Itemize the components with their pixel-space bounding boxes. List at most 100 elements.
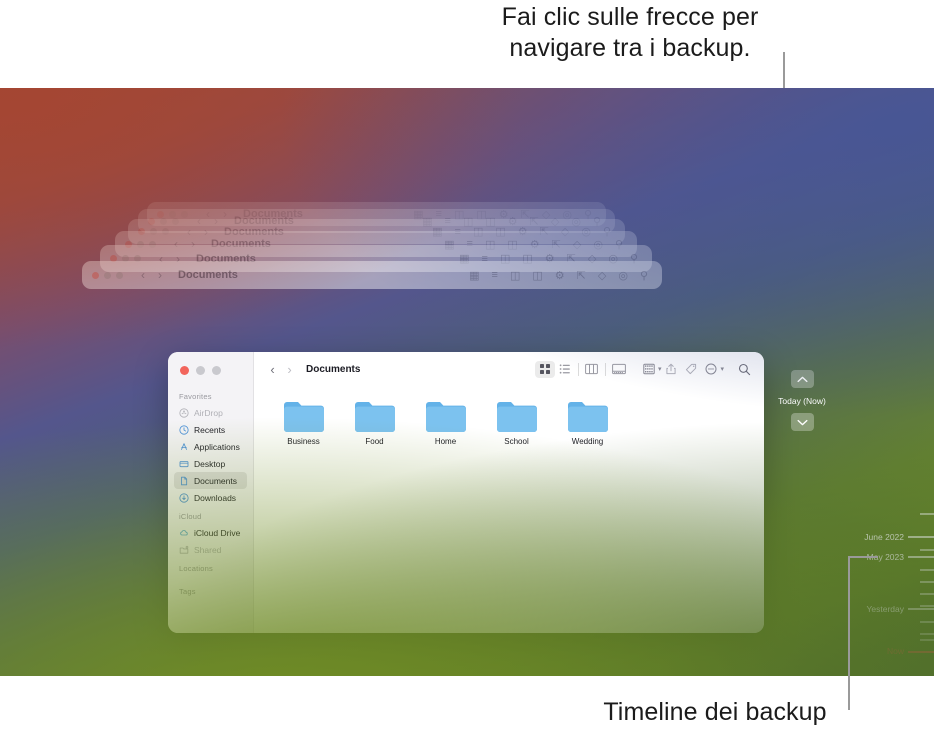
backup-navigation-cluster: Today (Now) xyxy=(772,370,832,431)
sidebar-item-icloud-drive[interactable]: iCloud Drive xyxy=(174,524,247,541)
sidebar-group-label-favorites: Favorites xyxy=(179,392,212,401)
timeline-tick xyxy=(908,556,934,558)
gallery-view-icon xyxy=(612,363,626,375)
timeline-tick xyxy=(920,639,934,641)
sidebar-item-label: Desktop xyxy=(194,458,226,469)
toolbar-icons: ▦≡◫◫⚙⇱◇◎⚲ xyxy=(469,269,648,282)
file-item[interactable]: Business xyxy=(268,400,339,446)
icon-view-icon xyxy=(539,364,550,374)
traffic-lights xyxy=(168,361,253,386)
sidebar-item-label: iCloud Drive xyxy=(194,527,241,538)
sidebar-item-applications[interactable]: Applications xyxy=(174,438,247,455)
downloads-icon xyxy=(179,492,189,503)
sidebar-item-documents[interactable]: Documents xyxy=(174,472,247,489)
folder-icon xyxy=(567,402,608,432)
group-by-button[interactable] xyxy=(639,361,659,378)
file-label: School xyxy=(504,437,529,446)
window-title: Documents xyxy=(178,269,238,281)
sidebar-item-label: Applications xyxy=(194,441,240,452)
gallery-view-button[interactable] xyxy=(609,361,629,378)
file-label: Business xyxy=(287,437,320,446)
file-item[interactable]: School xyxy=(481,400,552,446)
timeline-tick xyxy=(920,513,934,515)
nav-arrows: ‹› xyxy=(141,268,162,282)
timeline-label[interactable]: June 2022 xyxy=(864,532,904,542)
sidebar-item-downloads[interactable]: Downloads xyxy=(174,489,247,506)
close-dot-icon xyxy=(92,271,99,279)
sidebar-item-desktop[interactable]: Desktop xyxy=(174,455,247,472)
finder-window[interactable]: Favorites AirDrop Recents Applications D… xyxy=(168,352,764,633)
timeline-tick xyxy=(908,536,934,538)
tag-button[interactable] xyxy=(681,361,701,378)
traffic-lights xyxy=(92,271,123,279)
share-button[interactable] xyxy=(661,361,681,378)
callout-leader-line-bottom-horizontal xyxy=(848,556,878,558)
sidebar-group-label-icloud: iCloud xyxy=(179,512,202,521)
group-by-icon xyxy=(643,363,655,375)
navigate-forward-in-time-button[interactable] xyxy=(790,413,814,431)
file-item[interactable]: Wedding xyxy=(552,400,623,446)
file-label: Home xyxy=(434,437,457,446)
finder-content: ‹ › Documents ▾ ▾ Business Food Home Sch… xyxy=(254,352,764,633)
toolbar-divider xyxy=(604,362,606,376)
sidebar-item-label: AirDrop xyxy=(194,407,223,418)
minimize-button[interactable] xyxy=(196,366,205,375)
minimize-dot-icon xyxy=(104,271,111,279)
action-button-bar: Cancel Restore xyxy=(0,570,934,589)
search-icon xyxy=(738,363,750,375)
desktop-background: ‹ › Documents ▦ ≡ ◫ ◫ ⚙ ⇱ ◇ ◎ ⚲ ‹ › Documents ▦ ≡ ◫ ◫… xyxy=(0,88,934,676)
list-view-icon xyxy=(559,364,570,374)
file-grid: Business Food Home School Wedding xyxy=(254,386,764,633)
sidebar-item-label: Shared xyxy=(194,544,222,555)
chevron-down-icon[interactable]: ▾ xyxy=(720,365,724,373)
file-label: Wedding xyxy=(571,437,604,446)
folder-icon xyxy=(425,402,466,432)
applications-icon xyxy=(181,442,187,450)
chevron-up-icon xyxy=(797,376,807,382)
folder-icon xyxy=(354,402,395,432)
cancel-button[interactable]: Cancel xyxy=(393,570,456,589)
icon-view-button[interactable] xyxy=(534,360,555,378)
close-button[interactable] xyxy=(180,366,189,375)
zoom-dot-icon xyxy=(116,271,123,279)
sidebar-item-label: Documents xyxy=(194,475,237,486)
shared-folder-icon xyxy=(179,545,189,554)
sidebar-item-recents[interactable]: Recents xyxy=(174,421,247,438)
sidebar-item-label: Downloads xyxy=(194,492,237,503)
backup-timeline[interactable]: June 2022 May 2023 Yesterday Now xyxy=(836,88,934,676)
timeline-tick xyxy=(920,605,934,607)
column-view-button[interactable] xyxy=(582,361,602,378)
more-actions-icon xyxy=(705,363,717,375)
back-button[interactable]: ‹ xyxy=(264,362,281,377)
finder-sidebar: Favorites AirDrop Recents Applications D… xyxy=(168,352,254,633)
timeline-label[interactable]: Yesterday xyxy=(867,604,905,614)
cloud-icon xyxy=(180,529,188,535)
sidebar-item-label: Recents xyxy=(194,424,226,435)
current-backup-label: Today (Now) xyxy=(778,396,826,406)
zoom-button[interactable] xyxy=(212,366,221,375)
callout-text-bottom: Timeline dei backup xyxy=(603,698,827,726)
clock-icon xyxy=(179,424,189,435)
finder-toolbar: ‹ › Documents ▾ ▾ xyxy=(254,352,764,386)
desktop-icon xyxy=(179,460,189,467)
stacked-backup-window[interactable]: ‹› Documents ▦≡◫◫⚙⇱◇◎⚲ xyxy=(82,261,662,289)
file-label: Food xyxy=(365,437,384,446)
timeline-tick xyxy=(920,593,934,595)
navigate-back-in-time-button[interactable] xyxy=(790,370,814,388)
timeline-label-now[interactable]: Now xyxy=(887,646,904,656)
search-button[interactable] xyxy=(734,361,754,378)
timeline-tick xyxy=(908,608,934,610)
list-view-button[interactable] xyxy=(555,361,575,378)
file-item[interactable]: Home xyxy=(410,400,481,446)
page-title: Documents xyxy=(306,363,361,375)
folder-icon xyxy=(496,402,537,432)
file-item[interactable]: Food xyxy=(339,400,410,446)
timeline-tick xyxy=(920,569,934,571)
sidebar-item-airdrop[interactable]: AirDrop xyxy=(174,404,247,421)
more-actions-button[interactable] xyxy=(701,361,721,378)
timeline-tick-now xyxy=(908,651,934,653)
forward-button[interactable]: › xyxy=(281,362,298,377)
airdrop-icon xyxy=(179,407,189,418)
sidebar-item-shared[interactable]: Shared xyxy=(174,541,247,558)
restore-button: Restore xyxy=(478,570,541,589)
